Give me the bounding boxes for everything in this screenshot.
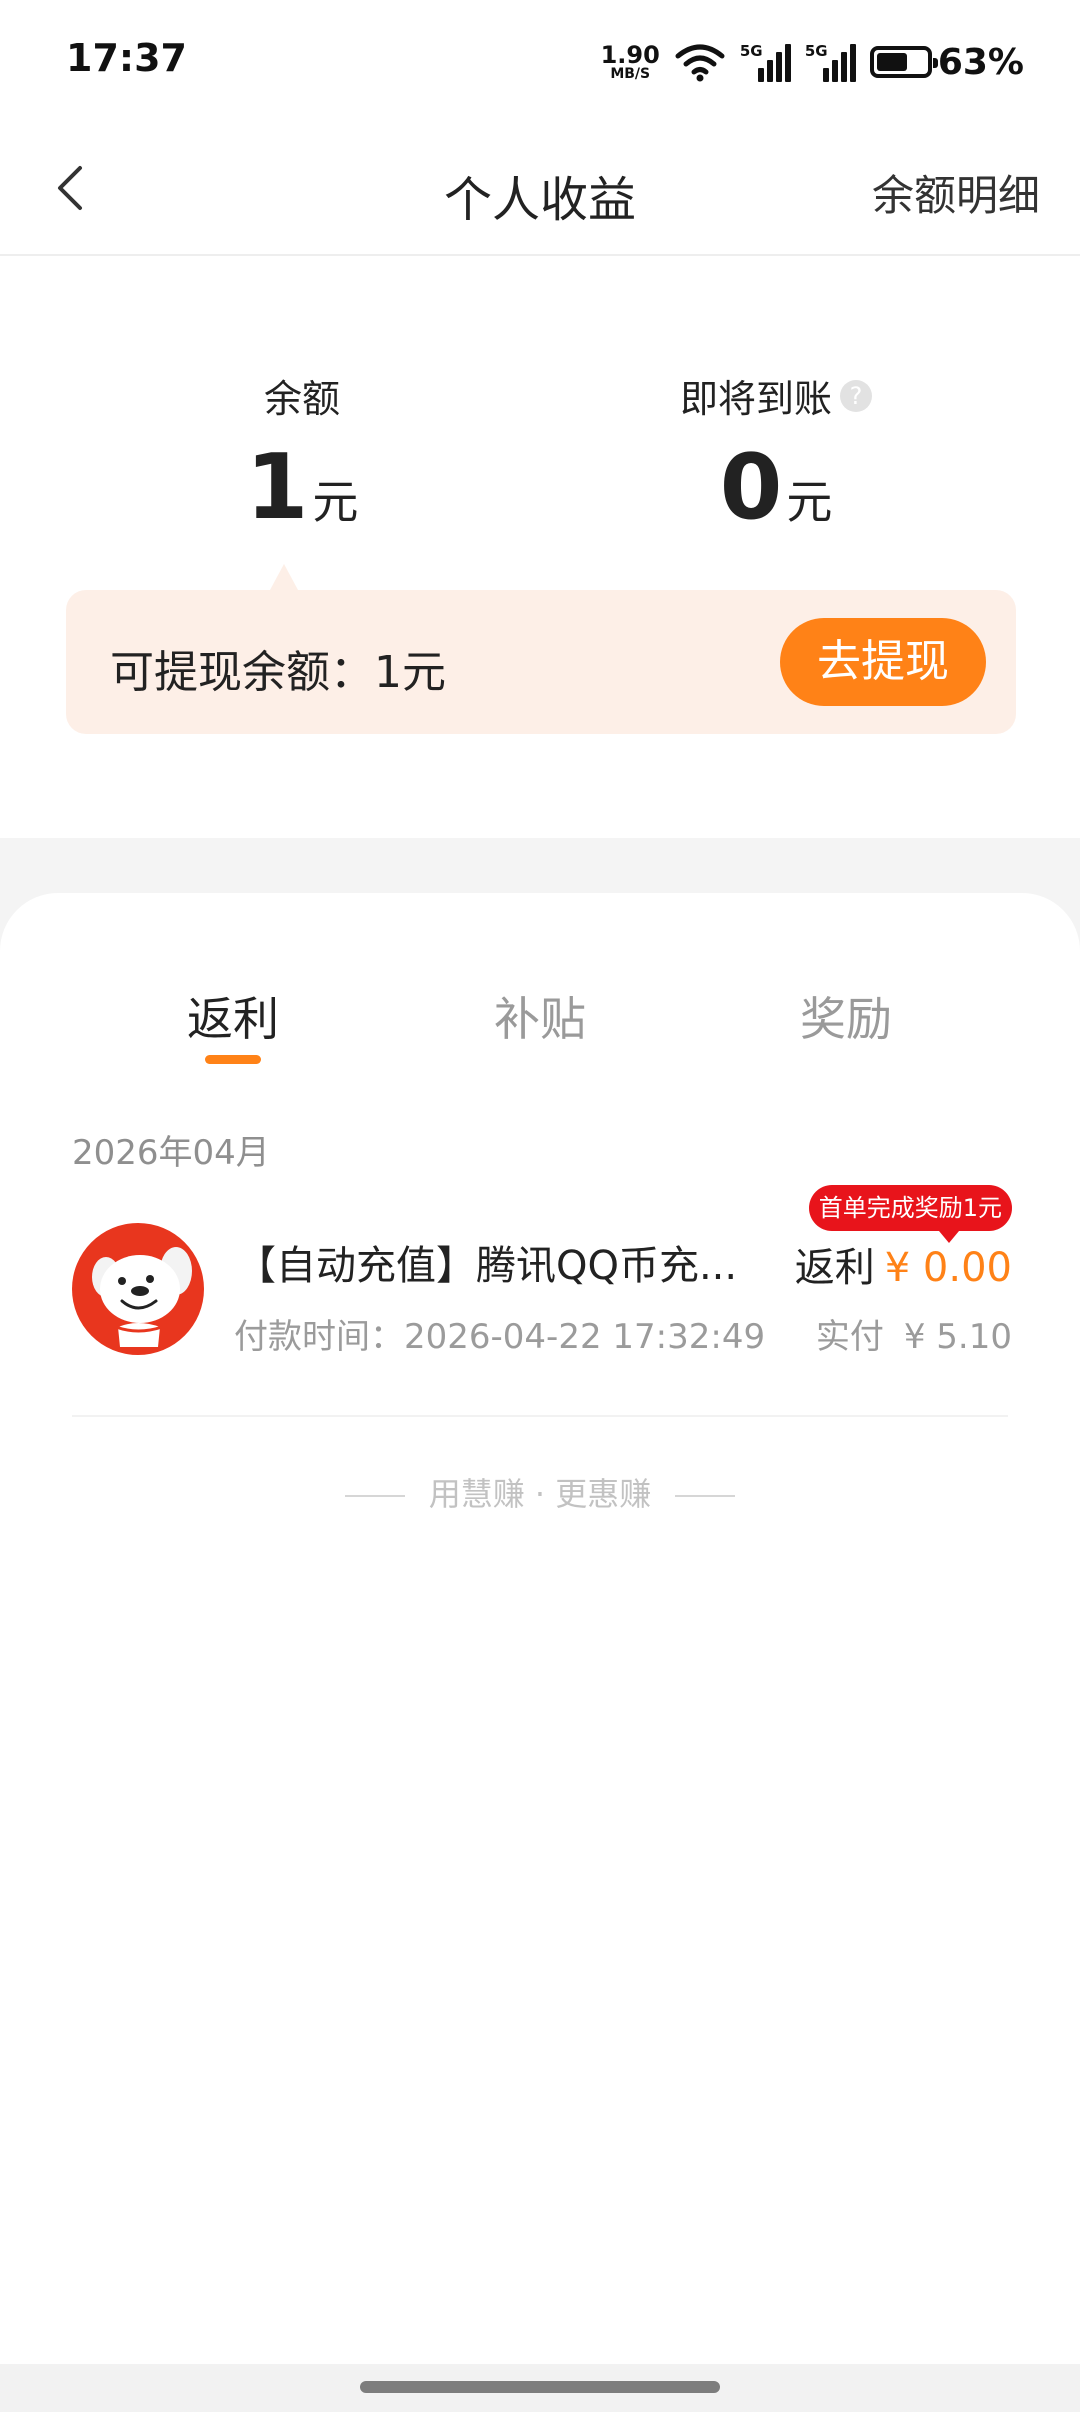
balance-label: 余额 (264, 368, 340, 423)
withdraw-panel: 可提现余额：1元 去提现 (66, 564, 1016, 734)
paid-value: ¥ 5.10 (903, 1317, 1012, 1357)
slogan-right-line (675, 1495, 736, 1497)
slogan-left-line (344, 1495, 405, 1497)
active-tab-indicator (205, 1055, 261, 1064)
order-pay-time: 付款时间：2026-04-22 17:32:49 (234, 1317, 766, 1357)
network-speed-unit: MB/S (610, 66, 651, 82)
network-speed: 1.90 MB/S (601, 43, 660, 81)
balance-label-text: 余额 (263, 377, 340, 421)
tab-subsidy[interactable]: 补贴 (440, 983, 640, 1049)
gesture-bar (0, 2364, 1080, 2412)
tab-reward[interactable]: 奖励 (746, 983, 946, 1049)
earnings-tabs: 返利 补贴 奖励 (0, 983, 1080, 1083)
signal-icon: 5G (740, 42, 791, 82)
balance-detail-link[interactable]: 余额明细 (872, 162, 1040, 223)
withdraw-button[interactable]: 去提现 (780, 618, 986, 706)
balance-summary: 余额 1元 即将到账 ? 0元 可提现余额：1元 去提现 (0, 258, 1080, 838)
tab-rebate[interactable]: 返利 (133, 983, 333, 1049)
paid-label: 实付 (815, 1317, 884, 1357)
slogan-text: 用慧赚 · 更惠赚 (428, 1475, 652, 1513)
order-title: 【自动充值】腾讯QQ币充... (236, 1243, 738, 1289)
pending-amount-value: 0 (719, 435, 783, 540)
status-icons: 1.90 MB/S 5G 5G 63% (601, 36, 1024, 88)
rebate-value: ¥ 0.00 (884, 1245, 1012, 1291)
signal-network-label: 5G (739, 42, 763, 60)
signal-network-label: 5G (804, 42, 828, 60)
help-icon[interactable]: ? (840, 379, 872, 412)
signal-icon: 5G (805, 42, 856, 82)
home-indicator[interactable] (360, 2381, 720, 2393)
footer-slogan: 用慧赚 · 更惠赚 (0, 1469, 1080, 1515)
pending-label-text: 即将到账 (679, 377, 832, 421)
battery-fill (876, 53, 908, 71)
list-item[interactable]: 【自动充值】腾讯QQ币充... 付款时间：2026-04-22 17:32:49… (72, 1185, 1012, 1383)
list-divider (72, 1415, 1008, 1417)
order-paid: 实付 ¥ 5.10 (816, 1309, 1012, 1358)
balance-unit: 元 (312, 475, 359, 529)
month-header: 2026年04月 (72, 1133, 270, 1173)
status-time: 17:37 (66, 36, 187, 80)
pending-unit: 元 (786, 475, 833, 529)
balance-amount-value: 1 (245, 435, 309, 540)
balance-column: 余额 1元 (122, 368, 482, 533)
status-bar: 17:37 1.90 MB/S 5G 5G 63% (0, 0, 1080, 120)
battery-body (869, 46, 938, 78)
pending-amount: 0元 (596, 443, 956, 533)
rebate-label: 返利 (794, 1245, 875, 1291)
jd-mascot-icon (72, 1223, 204, 1355)
battery-percentage: 63% (937, 41, 1024, 83)
wifi-icon (675, 44, 725, 82)
withdrawable-balance: 可提现余额：1元 (110, 647, 446, 698)
battery-icon: 63% (869, 41, 1024, 83)
balance-amount: 1元 (122, 443, 482, 533)
first-order-reward-badge: 首单完成奖励1元 (808, 1185, 1012, 1243)
pending-label: 即将到账 ? (680, 368, 872, 423)
pending-column: 即将到账 ? 0元 (596, 368, 956, 533)
earnings-card: 返利 补贴 奖励 2026年04月 【自动充值】腾讯QQ币充... 付款时间：2… (0, 893, 1080, 2412)
network-speed-value: 1.90 (600, 41, 660, 69)
navigation-bar: 个人收益 余额明细 (0, 120, 1080, 256)
order-rebate: 返利 ¥ 0.00 (795, 1235, 1012, 1293)
